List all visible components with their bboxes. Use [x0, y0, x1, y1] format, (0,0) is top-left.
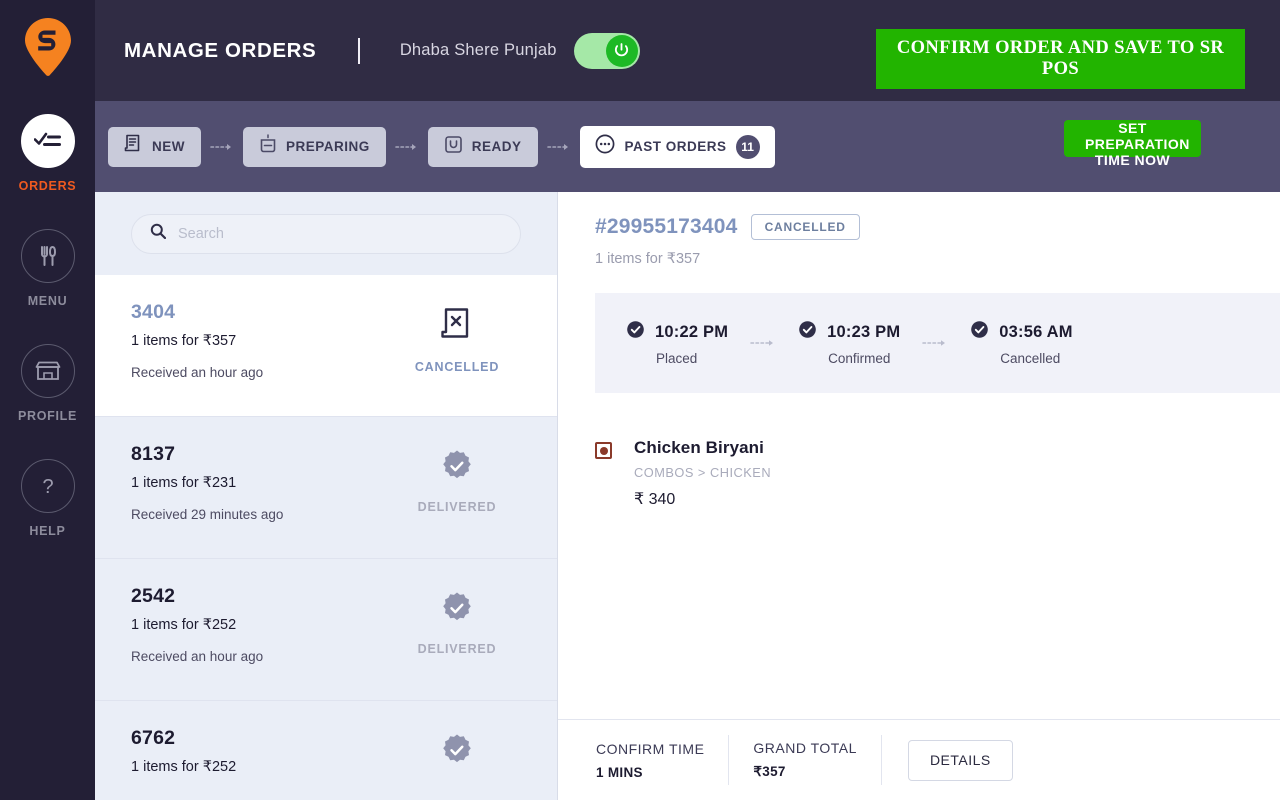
order-list-item[interactable]: 6762 1 items for ₹252	[95, 701, 557, 800]
check-circle-icon	[970, 320, 989, 344]
header-divider	[358, 37, 360, 64]
detail-footer: CONFIRM TIME 1 MINS GRAND TOTAL ₹357 DET…	[558, 719, 1280, 800]
tab-preparing[interactable]: PREPARING	[243, 126, 386, 167]
tab-label: PAST ORDERS	[624, 139, 727, 154]
status-label: DELIVERED	[417, 500, 497, 514]
order-detail-panel: #29955173404 CANCELLED 1 items for ₹357	[558, 192, 1280, 800]
arrow-right-icon	[922, 339, 948, 347]
top-header: MANAGE ORDERS Dhaba Shere Punjab CONFIRM…	[95, 0, 1280, 101]
timeline-step: 03:56 AM Cancelled	[970, 320, 1073, 366]
orders-list-panel: 3404 1 items for ₹357 Received an hour a…	[95, 192, 558, 800]
content-body: 3404 1 items for ₹357 Received an hour a…	[95, 192, 1280, 800]
storefront-icon	[20, 344, 75, 398]
timeline-step: 10:22 PM Placed	[626, 320, 728, 366]
order-item: Chicken Biryani COMBOS > CHICKEN ₹ 340	[595, 438, 1280, 509]
check-circle-icon	[626, 320, 645, 344]
search-icon	[150, 223, 167, 244]
order-timeline: 10:22 PM Placed 10:23 PM Confirmed 03:56…	[595, 293, 1280, 393]
sidebar-item-profile[interactable]: PROFILE	[0, 344, 95, 423]
status-badge: CANCELLED	[397, 307, 517, 374]
arrow-right-icon	[546, 143, 571, 151]
timeline-time: 10:23 PM	[827, 322, 901, 341]
swiggy-pin-logo	[23, 16, 73, 78]
status-label: DELIVERED	[417, 642, 497, 656]
cooking-pot-icon	[259, 134, 277, 159]
question-mark-icon: ?	[20, 459, 75, 513]
sidebar-item-menu[interactable]: MENU	[0, 229, 95, 308]
sidebar: ORDERS MENU PROFILE ? HELP	[0, 0, 95, 800]
detail-order-id: #29955173404	[595, 215, 738, 238]
clock-dots-icon	[594, 133, 616, 160]
detail-status-chip: CANCELLED	[750, 214, 860, 240]
timeline-label: Confirmed	[828, 351, 891, 366]
confirm-order-save-pos-button[interactable]: CONFIRM ORDER AND SAVE TO SR POS	[876, 29, 1245, 89]
verified-badge-icon	[440, 449, 474, 488]
order-list-item[interactable]: 8137 1 items for ₹231 Received 29 minute…	[95, 417, 557, 559]
grand-total-label: GRAND TOTAL	[753, 740, 857, 756]
power-icon	[605, 34, 638, 67]
bag-icon	[444, 135, 463, 159]
timeline-label: Cancelled	[1000, 351, 1061, 366]
item-price: ₹ 340	[634, 491, 676, 508]
main-area: MANAGE ORDERS Dhaba Shere Punjab CONFIRM…	[95, 0, 1280, 800]
tab-ready[interactable]: READY	[427, 126, 538, 167]
set-preparation-time-button[interactable]: SET PREPARATION TIME NOW	[1064, 120, 1201, 168]
cancelled-doc-icon	[440, 307, 474, 348]
tab-label: READY	[471, 139, 522, 154]
tab-past-orders[interactable]: PAST ORDERS 11	[579, 125, 775, 168]
sidebar-item-label: ORDERS	[18, 179, 77, 193]
detail-header: #29955173404 CANCELLED 1 items for ₹357	[558, 192, 1280, 267]
confirm-time-value: 1 MINS	[596, 764, 643, 780]
item-category: COMBOS > CHICKEN	[634, 465, 772, 480]
search-box[interactable]	[131, 213, 521, 254]
non-veg-mark-icon	[595, 442, 612, 459]
verified-badge-icon	[440, 591, 474, 630]
status-badge: DELIVERED	[397, 449, 517, 514]
details-button[interactable]: DETAILS	[907, 739, 1013, 781]
cutlery-icon	[20, 229, 75, 283]
tab-label: PREPARING	[286, 139, 370, 154]
sidebar-item-help[interactable]: ? HELP	[0, 459, 95, 538]
past-orders-count-badge: 11	[735, 134, 760, 159]
sidebar-item-label: HELP	[29, 524, 66, 538]
detail-summary: 1 items for ₹357	[595, 251, 701, 267]
order-list-item[interactable]: 2542 1 items for ₹252 Received an hour a…	[95, 559, 557, 701]
footer-divider	[880, 735, 882, 785]
orders-list: 3404 1 items for ₹357 Received an hour a…	[95, 275, 557, 800]
timeline-step: 10:23 PM Confirmed	[798, 320, 900, 366]
grand-total-value: ₹357	[753, 764, 786, 779]
tab-label: NEW	[152, 139, 185, 154]
page-title: MANAGE ORDERS	[124, 38, 317, 62]
search-area	[95, 192, 557, 275]
status-label: CANCELLED	[414, 360, 500, 374]
verified-badge-icon	[440, 733, 474, 772]
timeline-time: 03:56 AM	[999, 322, 1073, 341]
sidebar-item-label: PROFILE	[17, 409, 78, 423]
app-root: ORDERS MENU PROFILE ? HELP MANAGE ORDERS…	[0, 0, 1280, 800]
order-stage-tabs: NEW PREPARING READY PAST ORDERS 11 SET P…	[95, 101, 1280, 192]
tab-new[interactable]: NEW	[108, 126, 201, 167]
sidebar-item-label: MENU	[27, 294, 68, 308]
check-circle-icon	[798, 320, 817, 344]
search-input[interactable]	[178, 225, 502, 242]
arrow-right-icon	[394, 143, 419, 151]
sidebar-item-orders[interactable]: ORDERS	[0, 114, 95, 193]
order-items: Chicken Biryani COMBOS > CHICKEN ₹ 340	[558, 393, 1280, 719]
arrow-right-icon	[210, 143, 234, 151]
item-name: Chicken Biryani	[634, 438, 764, 457]
status-badge	[397, 733, 517, 772]
svg-text:?: ?	[42, 476, 53, 498]
order-list-item[interactable]: 3404 1 items for ₹357 Received an hour a…	[95, 275, 557, 417]
store-name: Dhaba Shere Punjab	[399, 41, 557, 59]
confirm-time-label: CONFIRM TIME	[596, 740, 705, 757]
timeline-label: Placed	[656, 351, 698, 366]
store-online-toggle[interactable]	[573, 32, 640, 69]
confirm-time-cell: CONFIRM TIME 1 MINS	[572, 741, 728, 780]
status-badge: DELIVERED	[397, 591, 517, 656]
receipt-icon	[124, 134, 143, 159]
checklist-icon	[20, 114, 75, 168]
grand-total-cell: GRAND TOTAL ₹357	[729, 740, 881, 780]
arrow-right-icon	[750, 339, 776, 347]
timeline-time: 10:22 PM	[655, 322, 729, 341]
